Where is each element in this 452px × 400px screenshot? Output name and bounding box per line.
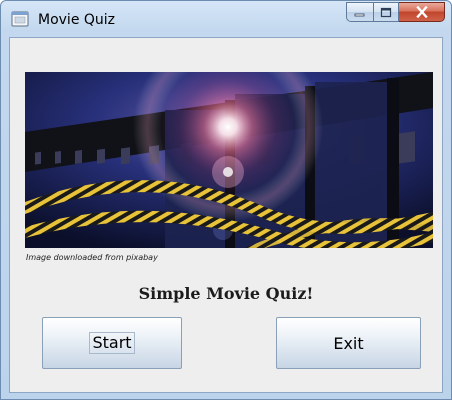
image-credit-caption: Image downloaded from pixabay	[26, 253, 158, 262]
window-title: Movie Quiz	[38, 12, 116, 28]
maximize-icon	[380, 3, 392, 22]
app-window: Movie Quiz Image downloaded from pixabay…	[0, 0, 452, 400]
close-icon	[415, 3, 429, 22]
exit-button-label: Exit	[333, 333, 364, 353]
movie-banner-image	[25, 72, 433, 248]
maximize-button[interactable]	[373, 2, 399, 22]
exit-button[interactable]: Exit	[276, 317, 421, 369]
minimize-icon	[354, 3, 366, 22]
caption-buttons	[346, 2, 445, 22]
java-app-icon	[11, 10, 29, 28]
close-button[interactable]	[399, 2, 445, 22]
page-title: Simple Movie Quiz!	[138, 284, 314, 303]
title-bar[interactable]: Movie Quiz	[1, 1, 451, 37]
minimize-button[interactable]	[346, 2, 373, 22]
start-button[interactable]: Start	[42, 317, 182, 369]
start-button-label: Start	[89, 332, 135, 354]
content-panel: Image downloaded from pixabay Simple Mov…	[9, 37, 443, 393]
